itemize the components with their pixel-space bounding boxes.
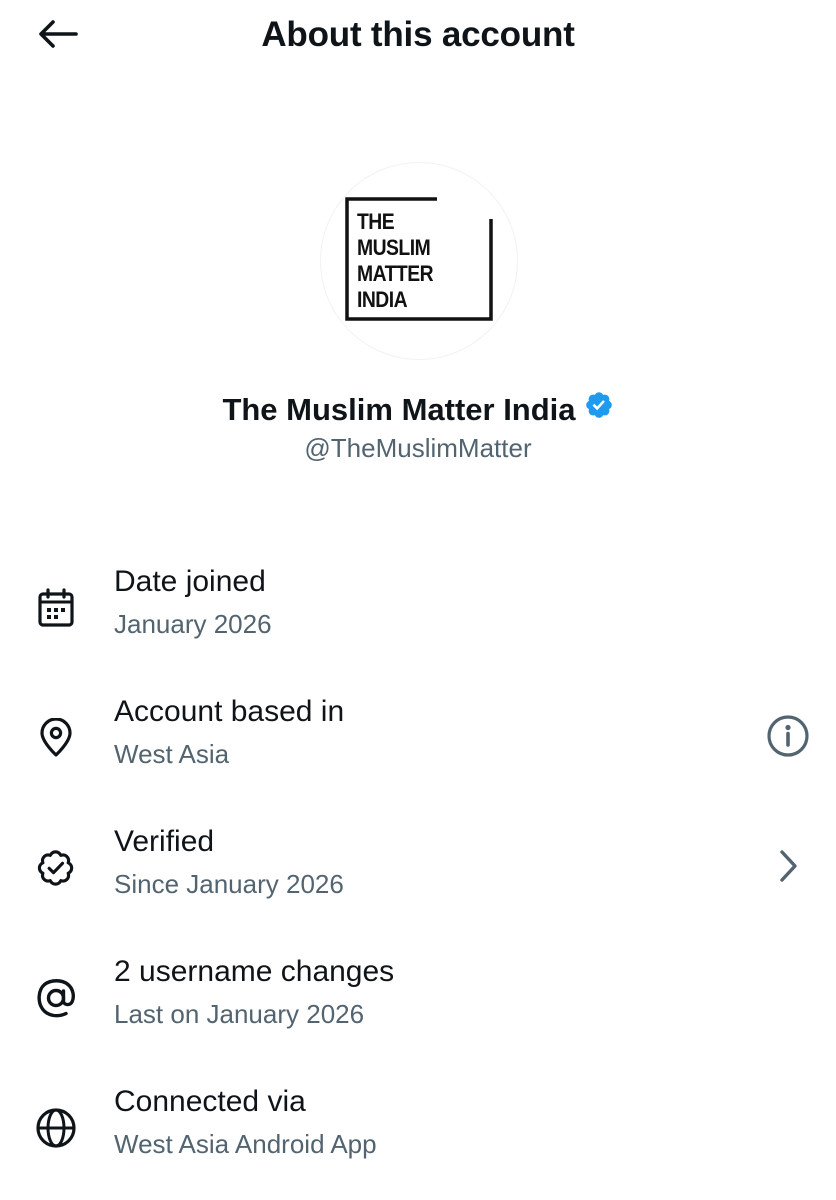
detail-row-username-changes: 2 username changes Last on January 2026 (0, 952, 836, 1062)
detail-row-account-based-in: Account based in West Asia (0, 692, 836, 802)
display-name: The Muslim Matter India (222, 392, 576, 427)
detail-value: West Asia (114, 739, 230, 769)
detail-row-connected-via: Connected via West Asia Android App (0, 1082, 836, 1192)
verified-badge-icon (584, 388, 614, 432)
avatar-logo-text: THE MUSLIM MATTER INDIA (357, 209, 434, 312)
detail-title: 2 username changes (114, 955, 395, 988)
info-button[interactable] (764, 714, 812, 762)
detail-title: Account based in (114, 695, 345, 728)
avatar[interactable]: THE MUSLIM MATTER INDIA (321, 163, 517, 359)
chevron-right-icon (775, 848, 801, 889)
detail-row-verified[interactable]: Verified Since January 2026 (0, 822, 836, 932)
detail-title: Verified (114, 825, 215, 858)
top-bar: About this account (0, 0, 836, 72)
globe-icon (34, 1106, 78, 1150)
display-name-row: The Muslim Matter India (0, 388, 836, 432)
page-title: About this account (261, 15, 575, 54)
detail-value: January 2026 (114, 609, 272, 639)
detail-row-date-joined: Date joined January 2026 (0, 562, 836, 672)
username-handle: @TheMuslimMatter (304, 433, 532, 463)
at-sign-icon (34, 976, 78, 1020)
detail-value: Last on January 2026 (114, 999, 365, 1029)
verified-details-button[interactable] (764, 844, 812, 892)
detail-title: Date joined (114, 565, 266, 598)
calendar-icon (34, 586, 78, 630)
location-pin-icon (34, 716, 78, 760)
info-icon (766, 714, 810, 763)
detail-value: West Asia Android App (114, 1129, 377, 1159)
detail-value: Since January 2026 (114, 869, 344, 899)
verified-badge-icon (34, 846, 78, 890)
detail-title: Connected via (114, 1085, 306, 1118)
